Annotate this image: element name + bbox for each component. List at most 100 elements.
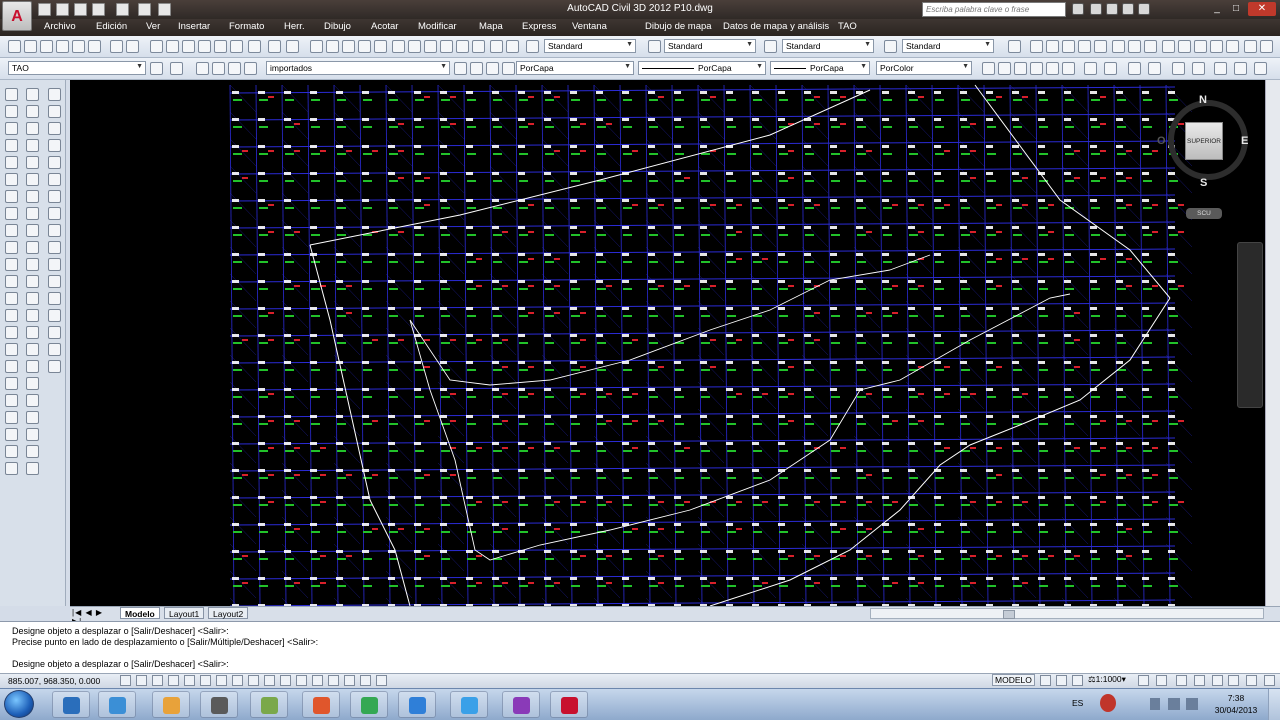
help-search-input[interactable]: Escriba palabra clave o frase	[922, 2, 1066, 17]
status-toggle-icon-28[interactable]	[1264, 675, 1275, 686]
tool-icon-34[interactable]	[5, 275, 18, 288]
tool-icon-36[interactable]	[48, 275, 61, 288]
layers-toolbar-icon-17[interactable]	[1084, 62, 1097, 75]
tool-icon-41[interactable]	[26, 309, 39, 322]
taskbar-folder-button[interactable]	[200, 691, 238, 718]
standard-toolbar-icon-6[interactable]	[88, 40, 101, 53]
status-toggle-icon-24[interactable]	[1194, 675, 1205, 686]
tool-icon-21[interactable]	[48, 190, 61, 203]
menu-archivo[interactable]: Archivo	[44, 21, 76, 32]
standard-toolbar-icon-19[interactable]	[326, 40, 339, 53]
tool-icon-49[interactable]	[5, 360, 18, 373]
qat-open-icon[interactable]	[56, 3, 69, 16]
tool-icon-63[interactable]	[26, 462, 39, 475]
layers-toolbar-icon-18[interactable]	[1104, 62, 1117, 75]
tool-icon-5[interactable]	[26, 105, 39, 118]
tab-modelo[interactable]: Modelo	[120, 607, 160, 619]
tool-icon-54[interactable]	[5, 394, 18, 407]
standard-toolbar-icon-3[interactable]	[40, 40, 53, 53]
network-icon[interactable]	[1168, 698, 1180, 710]
tool-icon-4[interactable]	[5, 105, 18, 118]
status-toggle-icon-15[interactable]	[344, 675, 355, 686]
text-style-combo[interactable]: Standard ▼	[544, 39, 636, 53]
tool-icon-24[interactable]	[48, 207, 61, 220]
taskbar-ie-button[interactable]	[450, 691, 488, 718]
qat-redo-icon[interactable]	[138, 3, 151, 16]
tool-icon-45[interactable]	[48, 326, 61, 339]
communication-center-icon[interactable]	[1106, 3, 1118, 15]
menu-ventana[interactable]: Ventana	[572, 21, 607, 32]
status-toggle-icon-26[interactable]	[1228, 675, 1239, 686]
tool-icon-50[interactable]	[26, 360, 39, 373]
scroll-thumb[interactable]	[1003, 610, 1015, 619]
standard-toolbar-icon-5[interactable]	[72, 40, 85, 53]
tool-icon-51[interactable]	[48, 360, 61, 373]
tool-icon-55[interactable]	[26, 394, 39, 407]
action-center-icon[interactable]	[1100, 694, 1116, 712]
tool-icon-39[interactable]	[48, 292, 61, 305]
table-style-combo[interactable]: Standard ▼	[782, 39, 874, 53]
tool-icon-7[interactable]	[5, 122, 18, 135]
annotation-scale[interactable]: ⚖1:1000▾	[1088, 674, 1126, 685]
layers-toolbar-icon-14[interactable]	[1030, 62, 1043, 75]
qat-new-icon[interactable]	[38, 3, 51, 16]
layers-toolbar-icon-25[interactable]	[1254, 62, 1267, 75]
standard-toolbar-icon-41[interactable]	[1112, 40, 1125, 53]
standard-toolbar-icon-11[interactable]	[182, 40, 195, 53]
tool-icon-3[interactable]	[48, 88, 61, 101]
qat-save-icon[interactable]	[74, 3, 87, 16]
status-toggle-icon-9[interactable]	[248, 675, 259, 686]
status-toggle-icon-17[interactable]	[376, 675, 387, 686]
tool-icon-29[interactable]	[26, 241, 39, 254]
tool-icon-37[interactable]	[5, 292, 18, 305]
layers-toolbar-icon-5[interactable]	[228, 62, 241, 75]
taskbar-hp-button[interactable]	[250, 691, 288, 718]
wcs-menu[interactable]: SCU	[1186, 208, 1222, 219]
status-toggle-icon-6[interactable]	[200, 675, 211, 686]
mleader-style-combo[interactable]: Standard ▼	[902, 39, 994, 53]
menu-dibujo-de-mapa[interactable]: Dibujo de mapa	[645, 21, 712, 32]
plotstyle-combo[interactable]: PorColor ▼	[876, 61, 972, 75]
menu-ver[interactable]: Ver	[146, 21, 160, 32]
standard-toolbar-icon-9[interactable]	[150, 40, 163, 53]
status-toggle-icon-2[interactable]	[136, 675, 147, 686]
tool-icon-60[interactable]	[5, 445, 18, 458]
subscription-center-icon[interactable]	[1090, 3, 1102, 15]
standard-toolbar-icon-33[interactable]	[764, 40, 777, 53]
taskbar-autocad-button[interactable]	[550, 691, 588, 718]
status-toggle-icon-14[interactable]	[328, 675, 339, 686]
coordinate-readout[interactable]: 885.007, 968.350, 0.000	[8, 676, 100, 686]
tool-icon-58[interactable]	[5, 428, 18, 441]
status-toggle-icon-5[interactable]	[184, 675, 195, 686]
tool-icon-9[interactable]	[48, 122, 61, 135]
color-combo[interactable]: PorCapa ▼	[516, 61, 634, 75]
tool-icon-35[interactable]	[26, 275, 39, 288]
layers-toolbar-icon-23[interactable]	[1214, 62, 1227, 75]
tool-icon-46[interactable]	[5, 343, 18, 356]
layers-toolbar-icon-4[interactable]	[212, 62, 225, 75]
taskbar-chrome-button[interactable]	[350, 691, 388, 718]
tool-icon-28[interactable]	[5, 241, 18, 254]
tool-icon-11[interactable]	[26, 139, 39, 152]
layers-toolbar-icon-16[interactable]	[1062, 62, 1075, 75]
standard-toolbar-icon-17[interactable]	[286, 40, 299, 53]
tool-icon-42[interactable]	[48, 309, 61, 322]
layers-toolbar-icon-7[interactable]	[454, 62, 467, 75]
standard-toolbar-icon-24[interactable]	[408, 40, 421, 53]
layers-toolbar-icon-9[interactable]	[486, 62, 499, 75]
status-toggle-icon-1[interactable]	[120, 675, 131, 686]
layers-toolbar-icon-15[interactable]	[1046, 62, 1059, 75]
standard-toolbar-icon-8[interactable]	[126, 40, 139, 53]
status-toggle-icon-27[interactable]	[1246, 675, 1257, 686]
status-toggle-icon-12[interactable]	[296, 675, 307, 686]
layers-toolbar-icon-2[interactable]	[170, 62, 183, 75]
tool-icon-30[interactable]	[48, 241, 61, 254]
standard-toolbar-icon-32[interactable]	[648, 40, 661, 53]
tool-icon-6[interactable]	[48, 105, 61, 118]
standard-toolbar-icon-26[interactable]	[440, 40, 453, 53]
tool-icon-43[interactable]	[5, 326, 18, 339]
layers-toolbar-icon-1[interactable]	[150, 62, 163, 75]
tool-icon-12[interactable]	[48, 139, 61, 152]
tab-layout1[interactable]: Layout1	[164, 607, 205, 619]
status-toggle-icon-11[interactable]	[280, 675, 291, 686]
